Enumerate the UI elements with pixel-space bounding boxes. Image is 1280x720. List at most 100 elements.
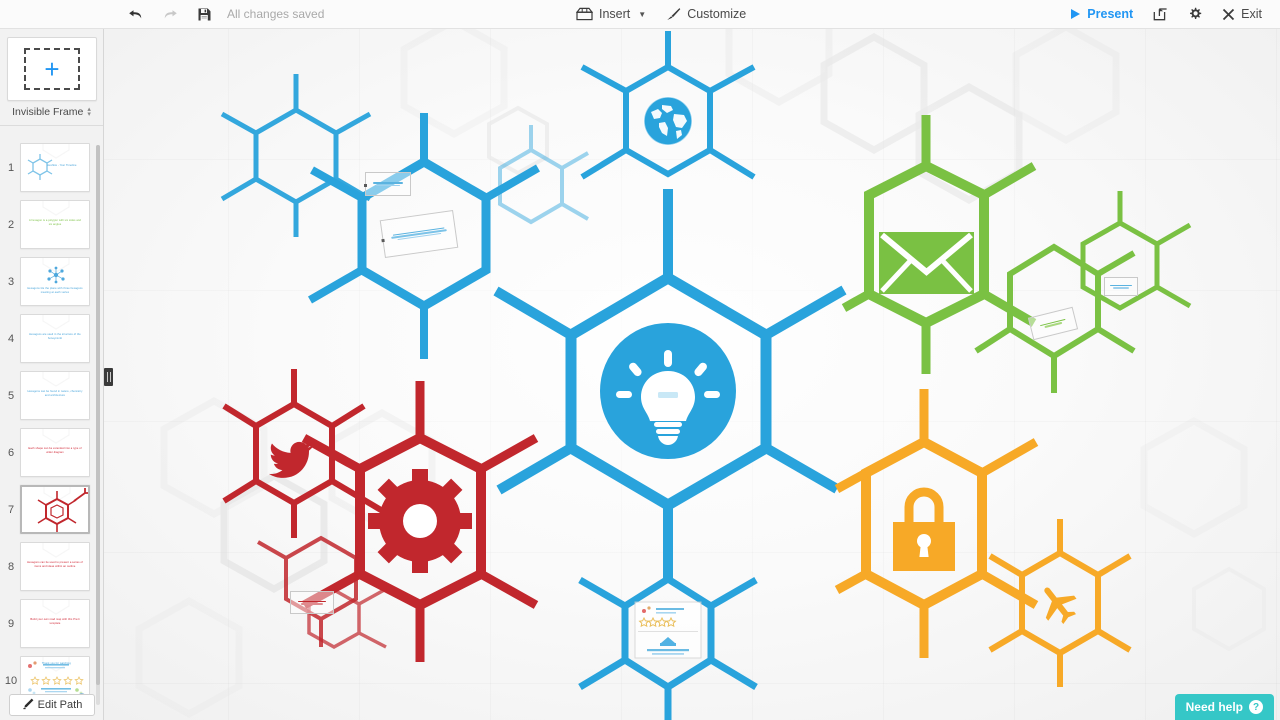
save-button[interactable] bbox=[188, 0, 221, 29]
share-button[interactable] bbox=[1143, 0, 1178, 29]
sidebar-scrollbar-track[interactable] bbox=[96, 145, 100, 705]
undo-button[interactable] bbox=[118, 0, 153, 29]
frame-row[interactable]: 8 Hexagons can be used to present a serie… bbox=[0, 538, 104, 595]
question-mark-icon: ? bbox=[1249, 700, 1263, 714]
embedded-slide-icon bbox=[634, 601, 702, 659]
frame-number: 8 bbox=[7, 560, 15, 573]
toolbar-right-group: Present Exit bbox=[1060, 0, 1272, 29]
frame-row[interactable]: 1 Hexflow - Your Timeline bbox=[0, 139, 104, 196]
frame-row[interactable]: 6 Each shape can be extended into a type … bbox=[0, 424, 104, 481]
close-x-icon bbox=[1222, 8, 1235, 21]
customize-label: Customize bbox=[687, 7, 747, 21]
play-triangle-icon bbox=[1070, 8, 1081, 20]
frames-sidebar: + Invisible Frame ▴ ▾ 1 Hexflow - Your Tim… bbox=[0, 29, 104, 720]
redo-arrow-icon bbox=[163, 8, 178, 21]
frame-number: 4 bbox=[7, 332, 15, 345]
note-text-lines bbox=[291, 592, 333, 613]
note-resize-handle[interactable] bbox=[364, 184, 367, 187]
gear-icon-diagram bbox=[368, 469, 472, 573]
frame-thumbnail-3[interactable]: Hexagons tile the plane with three hexag… bbox=[20, 257, 90, 306]
thumbnail-text: Build your own road map with this Prezi … bbox=[30, 618, 80, 625]
thumbnail-text: Hexagons can be found in nature, chemist… bbox=[27, 390, 83, 397]
thumbnail-text: Hexagons are used in the structure of th… bbox=[29, 333, 81, 340]
frame-row[interactable]: 9 Build your own road map with this Prezi… bbox=[0, 595, 104, 652]
toolbar-center-group: Insert ▼ Customize bbox=[566, 0, 756, 29]
frame-row[interactable]: 4 Hexagons are used in the structure of t… bbox=[0, 310, 104, 367]
exit-button[interactable]: Exit bbox=[1212, 0, 1272, 29]
note-text-lines bbox=[366, 173, 410, 195]
lightbulb-icon bbox=[600, 323, 736, 459]
floppy-disk-icon bbox=[198, 8, 211, 21]
envelope-icon bbox=[879, 232, 974, 294]
brush-icon bbox=[666, 7, 681, 21]
sidebar-divider bbox=[0, 125, 103, 126]
panel-collapse-handle-icon[interactable] bbox=[104, 368, 113, 386]
note-card-red[interactable] bbox=[290, 591, 334, 614]
frame-number: 1 bbox=[7, 161, 15, 174]
spinner-up-down-icon: ▴ ▾ bbox=[87, 106, 91, 118]
pencil-icon bbox=[22, 698, 34, 713]
chevron-down-icon: ▼ bbox=[638, 9, 647, 19]
edit-path-label: Edit Path bbox=[37, 699, 83, 711]
settings-button[interactable] bbox=[1178, 0, 1212, 29]
note-card-green-east[interactable] bbox=[1104, 277, 1138, 296]
thumbnail-text: Hexagons tile the plane with three hexag… bbox=[27, 287, 83, 294]
orange-network bbox=[834, 389, 1132, 687]
twitter-bird-icon bbox=[268, 441, 314, 478]
frame-number: 10 bbox=[4, 674, 18, 687]
airplane-icon bbox=[1044, 587, 1077, 625]
note-resize-handle[interactable] bbox=[381, 238, 385, 243]
present-label: Present bbox=[1087, 7, 1134, 21]
frame-thumbnail-8[interactable]: Hexagons can be used to present a series… bbox=[20, 542, 90, 591]
frame-thumbnail-list[interactable]: 1 Hexflow - Your Timeline 2 A hexagon is a … bbox=[0, 139, 104, 716]
toolbar-left-group: All changes saved bbox=[118, 0, 324, 29]
thumbnail-text: Each shape can be extended into a type o… bbox=[28, 447, 82, 454]
dashed-frame-placeholder: + bbox=[24, 48, 80, 90]
plus-icon: + bbox=[44, 54, 60, 84]
edit-path-button[interactable]: Edit Path bbox=[9, 694, 95, 716]
frame-type-selector[interactable]: Invisible Frame ▴ ▾ bbox=[0, 101, 103, 123]
hexagon-diagram-stage bbox=[104, 29, 1280, 720]
save-status-text: All changes saved bbox=[227, 7, 325, 21]
share-export-icon bbox=[1153, 7, 1168, 21]
customize-button[interactable]: Customize bbox=[656, 0, 756, 29]
padlock-icon bbox=[893, 487, 955, 571]
frame-row[interactable]: 7 bbox=[0, 481, 104, 538]
presentation-canvas[interactable]: Need help ? bbox=[104, 29, 1280, 720]
exit-label: Exit bbox=[1241, 7, 1262, 21]
globe-icon bbox=[643, 96, 693, 146]
new-frame-area: + bbox=[0, 29, 103, 101]
frame-row[interactable]: 5 Hexagons can be found in nature, chemis… bbox=[0, 367, 104, 424]
frame-type-label: Invisible Frame bbox=[12, 106, 84, 118]
insert-menu-button[interactable]: Insert ▼ bbox=[566, 0, 656, 29]
thumbnail-text: A hexagon is a polygon with six sides an… bbox=[29, 219, 81, 226]
frame-number: 2 bbox=[7, 218, 15, 231]
need-help-label: Need help bbox=[1185, 700, 1243, 714]
need-help-button[interactable]: Need help ? bbox=[1174, 694, 1274, 720]
frame-thumbnail-5[interactable]: Hexagons can be found in nature, chemist… bbox=[20, 371, 90, 420]
frame-thumbnail-2[interactable]: A hexagon is a polygon with six sides an… bbox=[20, 200, 90, 249]
sidebar-scrollbar-thumb[interactable] bbox=[96, 145, 100, 685]
frame-thumbnail-1[interactable]: Hexflow - Your Timeline bbox=[20, 143, 90, 192]
frame-number: 5 bbox=[7, 389, 15, 402]
frame-thumbnail-7[interactable] bbox=[20, 485, 90, 534]
add-frame-button[interactable]: + bbox=[7, 37, 97, 101]
insert-label: Insert bbox=[599, 7, 631, 21]
insert-box-icon bbox=[576, 7, 593, 21]
frame-thumbnail-4[interactable]: Hexagons are used in the structure of th… bbox=[20, 314, 90, 363]
frame-number: 9 bbox=[7, 617, 15, 630]
note-card-nw[interactable] bbox=[364, 172, 411, 196]
present-button[interactable]: Present bbox=[1060, 0, 1143, 29]
frame-number: 6 bbox=[7, 446, 15, 459]
frame-number: 3 bbox=[7, 275, 15, 288]
gear-icon bbox=[1188, 7, 1202, 21]
thumbnail-text: Hexflow - Your Timeline bbox=[47, 164, 77, 167]
redo-button[interactable] bbox=[153, 0, 188, 29]
frame-thumbnail-9[interactable]: Build your own road map with this Prezi … bbox=[20, 599, 90, 648]
frame-thumbnail-6[interactable]: Each shape can be extended into a type o… bbox=[20, 428, 90, 477]
frame-number: 7 bbox=[7, 503, 15, 516]
frame-row[interactable]: 3 Hexagons tile the plane with three hexa… bbox=[0, 253, 104, 310]
note-text-lines bbox=[1105, 278, 1137, 295]
frame-row[interactable]: 2 A hexagon is a polygon with six sides a… bbox=[0, 196, 104, 253]
hex-network-svg bbox=[135, 29, 1266, 720]
